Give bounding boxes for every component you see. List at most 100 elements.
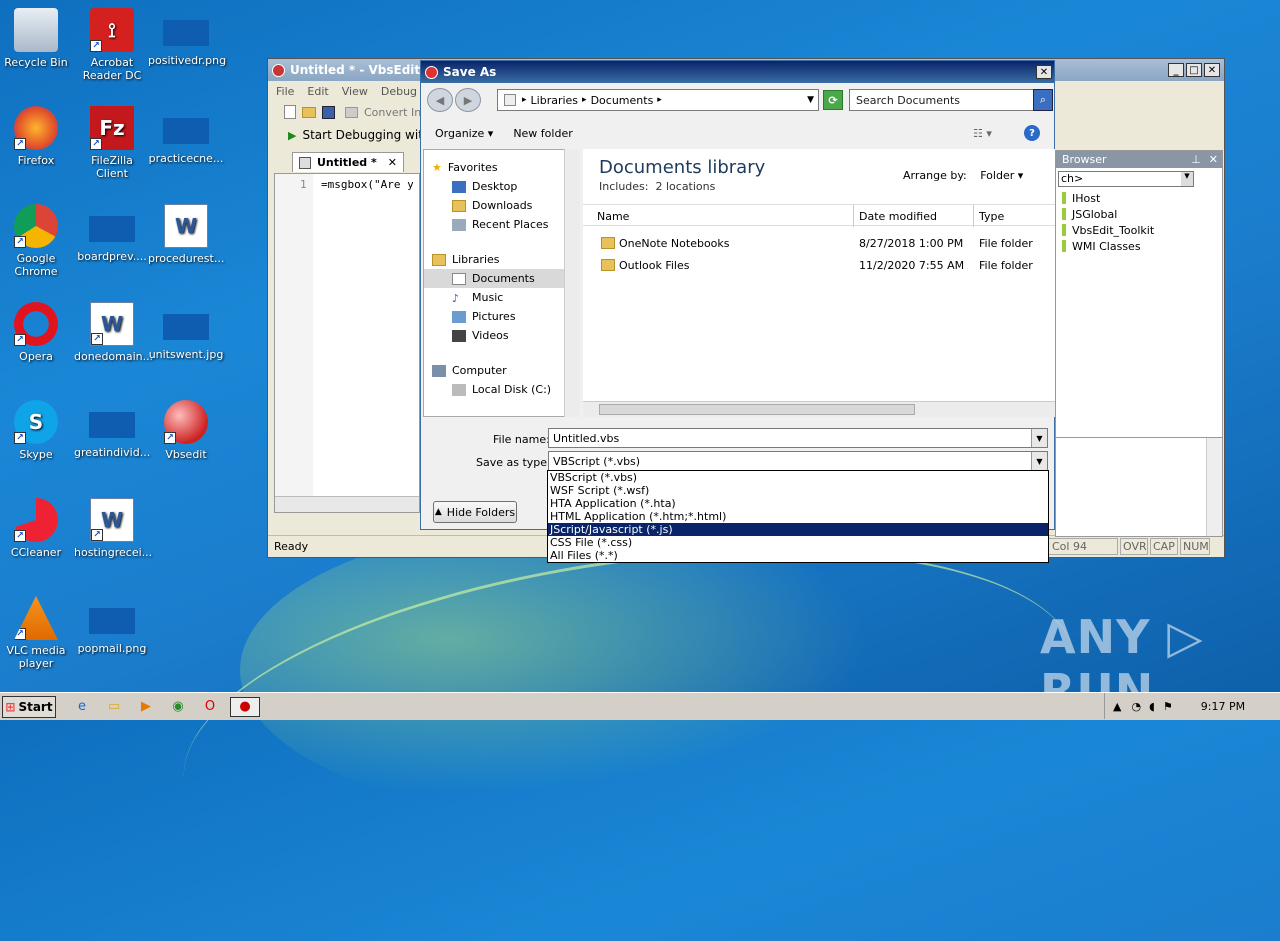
- object-browser-search[interactable]: ch> ▼: [1058, 171, 1194, 187]
- desktop-icon-vlc-media-player[interactable]: ↗ VLC media player: [0, 596, 74, 670]
- view-options-icon[interactable]: ☷ ▾: [973, 127, 992, 140]
- nav-vscrollbar[interactable]: [564, 149, 580, 417]
- help-icon[interactable]: ?: [1024, 125, 1040, 141]
- tab-close-icon[interactable]: ✕: [388, 156, 397, 169]
- open-folder-icon[interactable]: [302, 106, 316, 118]
- save-type-select[interactable]: VBScript (*.vbs) ▼: [548, 451, 1048, 471]
- save-type-option[interactable]: VBScript (*.vbs): [548, 471, 1048, 484]
- nav-documents[interactable]: Documents: [424, 269, 579, 288]
- opera-icon[interactable]: O: [198, 697, 222, 717]
- desktop-icon-google-chrome[interactable]: ↗ Google Chrome: [0, 204, 74, 278]
- desktop-icon-vbsedit[interactable]: ↗ Vbsedit: [148, 400, 224, 461]
- desktop-icon-hostingrecei[interactable]: W ↗ hostingrecei...: [74, 498, 152, 559]
- object-browser-item[interactable]: VbsEdit_Toolkit: [1062, 222, 1222, 238]
- desktop-icon-donedomain[interactable]: W ↗ donedomain...: [74, 302, 153, 363]
- desktop-icon-positivedr-png[interactable]: positivedr.png: [148, 8, 226, 67]
- object-browser-item[interactable]: IHost: [1062, 190, 1222, 206]
- output-vscrollbar[interactable]: [1206, 438, 1222, 536]
- chrome-icon[interactable]: ◉: [166, 697, 190, 717]
- desktop-icon-unitswent-jpg[interactable]: unitswent.jpg: [148, 302, 224, 361]
- menu-file[interactable]: File: [276, 85, 294, 98]
- file-name-input[interactable]: Untitled.vbs ▼: [548, 428, 1048, 448]
- desktop-icon-acrobat-reader-dc[interactable]: ⟟ ↗ Acrobat Reader DC: [74, 8, 150, 82]
- desktop-icon-greatindivid[interactable]: greatindivid...: [74, 400, 150, 459]
- media-player-icon[interactable]: ▶: [134, 697, 158, 717]
- desktop-icon-opera[interactable]: ↗ Opera: [0, 302, 74, 363]
- desktop-icon-filezilla-client[interactable]: Fz ↗ FileZilla Client: [74, 106, 150, 180]
- start-debugging-button[interactable]: Start Debugging with: [302, 128, 430, 142]
- nav-local-disk[interactable]: Local Disk (C:): [424, 380, 579, 399]
- menu-edit[interactable]: Edit: [307, 85, 328, 98]
- maximize-button[interactable]: □: [1186, 63, 1202, 77]
- dialog-close-button[interactable]: ✕: [1036, 65, 1052, 79]
- start-button[interactable]: ⊞ Start: [2, 695, 56, 718]
- code-editor[interactable]: 1 =msgbox("Are y: [274, 173, 420, 513]
- column-name[interactable]: Name: [597, 210, 629, 223]
- editor-hscrollbar[interactable]: [275, 496, 419, 512]
- desktop-icon-skype[interactable]: S ↗ Skype: [0, 400, 74, 461]
- nav-downloads[interactable]: Downloads: [424, 196, 579, 215]
- nav-videos[interactable]: Videos: [424, 326, 579, 345]
- save-type-option[interactable]: WSF Script (*.wsf): [548, 484, 1048, 497]
- convert-label[interactable]: Convert In: [364, 106, 421, 119]
- clock[interactable]: 9:17 PM: [1201, 700, 1245, 713]
- file-row[interactable]: Outlook Files 11/2/2020 7:55 AM File folde…: [583, 255, 1055, 277]
- minimize-button[interactable]: _: [1168, 63, 1184, 77]
- save-icon[interactable]: [322, 105, 335, 119]
- address-bar[interactable]: ▸ Libraries ▸ Documents ▸ ▼: [497, 89, 819, 111]
- column-type[interactable]: Type: [979, 210, 1004, 223]
- organize-button[interactable]: Organize ▾: [435, 127, 493, 140]
- menu-debug[interactable]: Debug: [381, 85, 417, 98]
- nav-computer[interactable]: Computer: [424, 361, 579, 380]
- desktop-icon-popmail-png[interactable]: popmail.png: [74, 596, 150, 655]
- arrange-by-dropdown[interactable]: Folder ▾: [980, 169, 1023, 182]
- desktop-icon-recycle-bin[interactable]: Recycle Bin: [0, 8, 74, 69]
- forward-button[interactable]: ▶: [455, 88, 481, 112]
- close-button[interactable]: ✕: [1204, 63, 1220, 77]
- search-icon[interactable]: ⌕: [1033, 89, 1053, 111]
- address-dropdown-icon[interactable]: ▼: [807, 95, 814, 105]
- menu-view[interactable]: View: [342, 85, 368, 98]
- new-file-icon[interactable]: [284, 105, 296, 119]
- pin-icon[interactable]: ⊥: [1191, 153, 1201, 166]
- play-icon[interactable]: ▶: [288, 129, 296, 142]
- nav-pictures[interactable]: Pictures: [424, 307, 579, 326]
- volume-icon[interactable]: ◖: [1149, 700, 1155, 713]
- back-button[interactable]: ◀: [427, 88, 453, 112]
- column-date-modified[interactable]: Date modified: [859, 210, 937, 223]
- new-folder-button[interactable]: New folder: [513, 127, 572, 140]
- save-type-option[interactable]: All Files (*.*): [548, 549, 1048, 562]
- breadcrumb-arrow-icon[interactable]: ▸: [582, 95, 587, 105]
- convert-icon[interactable]: [345, 106, 358, 118]
- nav-desktop[interactable]: Desktop: [424, 177, 579, 196]
- editor-tab[interactable]: Untitled * ✕: [292, 152, 404, 172]
- desktop-icon-boardprev[interactable]: boardprev....: [74, 204, 150, 263]
- breadcrumb-arrow-icon[interactable]: ▸: [657, 95, 662, 105]
- object-browser-item[interactable]: WMI Classes: [1062, 238, 1222, 254]
- save-type-option[interactable]: HTA Application (*.hta): [548, 497, 1048, 510]
- save-type-option[interactable]: HTML Application (*.htm;*.html): [548, 510, 1048, 523]
- file-row[interactable]: OneNote Notebooks 8/27/2018 1:00 PM File f…: [583, 233, 1055, 255]
- breadcrumb-documents[interactable]: Documents: [591, 94, 654, 107]
- nav-libraries[interactable]: Libraries: [424, 250, 579, 269]
- object-browser-item[interactable]: JSGlobal: [1062, 206, 1222, 222]
- action-center-icon[interactable]: ⚑: [1163, 700, 1173, 713]
- vbsedit-task-button[interactable]: ●: [230, 696, 260, 717]
- breadcrumb-libraries[interactable]: Libraries: [531, 94, 579, 107]
- desktop-icon-firefox[interactable]: ↗ Firefox: [0, 106, 74, 167]
- save-type-option[interactable]: CSS File (*.css): [548, 536, 1048, 549]
- tray-up-arrow-icon[interactable]: ▲: [1113, 700, 1121, 713]
- file-explorer-icon[interactable]: ▭: [102, 697, 126, 717]
- desktop-icon-practicecne[interactable]: practicecne...: [148, 106, 224, 165]
- desktop-icon-procedurest[interactable]: Wprocedurest...: [148, 204, 224, 265]
- internet-explorer-icon[interactable]: e: [70, 697, 94, 717]
- nav-favorites[interactable]: ★ Favorites: [424, 158, 579, 177]
- network-icon[interactable]: ◔: [1131, 700, 1141, 713]
- locations-link[interactable]: 2 locations: [655, 180, 715, 193]
- nav-recent-places[interactable]: Recent Places: [424, 215, 579, 234]
- search-input[interactable]: Search Documents: [849, 89, 1034, 111]
- save-type-option[interactable]: JScript/Javascript (*.js): [548, 523, 1048, 536]
- nav-music[interactable]: ♪ Music: [424, 288, 579, 307]
- files-hscrollbar[interactable]: [583, 401, 1055, 417]
- hide-folders-button[interactable]: ▲ Hide Folders: [433, 501, 517, 523]
